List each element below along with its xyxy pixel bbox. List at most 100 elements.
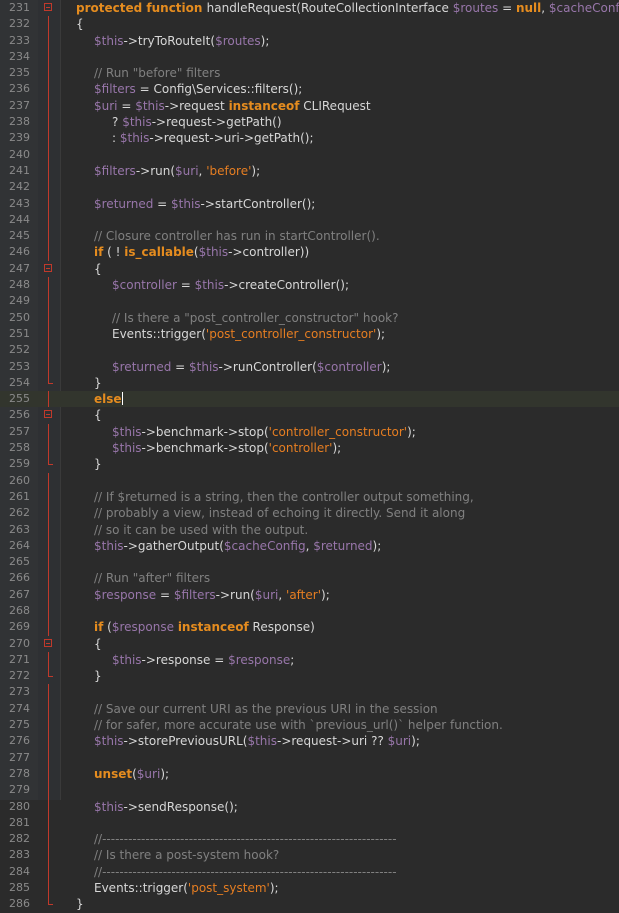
code-line[interactable]: 273 bbox=[0, 684, 619, 701]
fold-guide-line bbox=[43, 342, 55, 359]
code-line[interactable]: 275 // for safer, more accurate use with … bbox=[0, 717, 619, 734]
code-token: } bbox=[94, 669, 102, 684]
code-token: , bbox=[278, 587, 287, 602]
fold-guide-line bbox=[43, 472, 55, 489]
fold-guide-line bbox=[43, 179, 55, 196]
code-line[interactable]: 280 $this->sendResponse(); bbox=[0, 798, 619, 815]
comment-token: // Run "before" filters bbox=[94, 66, 221, 81]
fold-collapse-icon[interactable] bbox=[43, 261, 55, 277]
code-line[interactable]: 269 if ($response instanceof Response) bbox=[0, 619, 619, 636]
code-line[interactable]: 261 // If $returned is a string, then the… bbox=[0, 488, 619, 506]
variable-token: $this bbox=[112, 441, 142, 456]
code-line[interactable]: 279 bbox=[0, 782, 619, 799]
code-line[interactable]: 270 { bbox=[0, 636, 619, 652]
code-line[interactable]: 252 bbox=[0, 342, 619, 359]
code-text: } bbox=[94, 375, 102, 391]
code-line[interactable]: 245 // Closure controller has run in star… bbox=[0, 228, 619, 245]
variable-token: $this bbox=[122, 115, 152, 130]
code-line[interactable]: 268 bbox=[0, 602, 619, 620]
code-line[interactable]: 260 bbox=[0, 472, 619, 489]
string-token: 'post_system' bbox=[187, 881, 270, 896]
code-area[interactable]: 231 protected function handleRequest(Rout… bbox=[0, 0, 619, 913]
line-number: 243 bbox=[9, 196, 30, 210]
code-line[interactable]: 243 $returned = $this->startController(); bbox=[0, 195, 619, 212]
code-line[interactable]: 272} bbox=[0, 668, 619, 684]
code-line[interactable]: 281 bbox=[0, 814, 619, 832]
fold-guide-line bbox=[43, 309, 55, 326]
code-line[interactable]: 251 Events::trigger('post_controller_cons… bbox=[0, 325, 619, 343]
fold-guide-line bbox=[43, 814, 55, 832]
code-line[interactable]: 250 // Is there a "post_controller_constr… bbox=[0, 309, 619, 326]
code-line[interactable]: 242 bbox=[0, 179, 619, 196]
code-editor[interactable]: 231 protected function handleRequest(Rout… bbox=[0, 0, 619, 911]
code-line[interactable]: 238? $this->request->getPath() bbox=[0, 114, 619, 131]
fold-collapse-icon[interactable] bbox=[43, 0, 55, 16]
code-line[interactable]: 284 //-----------------------------------… bbox=[0, 863, 619, 881]
code-line[interactable]: 278 unset($uri); bbox=[0, 765, 619, 783]
code-line[interactable]: 267 $response = $filters->run($uri, 'afte… bbox=[0, 586, 619, 603]
code-text: $controller = $this->createController(); bbox=[112, 277, 349, 293]
code-line[interactable]: 276 $this->storePreviousURL($this->reques… bbox=[0, 733, 619, 750]
line-number: 257 bbox=[9, 424, 30, 438]
code-line[interactable]: 277 bbox=[0, 749, 619, 766]
fold-guide-line bbox=[43, 358, 55, 375]
code-line[interactable]: 253 $returned = $this->runController($con… bbox=[0, 358, 619, 375]
code-token: ); bbox=[407, 424, 416, 439]
code-token: ); bbox=[260, 33, 270, 48]
code-line[interactable]: 286} bbox=[0, 896, 619, 912]
code-line[interactable]: 248 $controller = $this->createController… bbox=[0, 277, 619, 294]
fold-collapse-icon[interactable] bbox=[43, 636, 55, 652]
code-line[interactable]: 246 if ( ! is_callable($this->controller)… bbox=[0, 244, 619, 261]
variable-token: $returned bbox=[313, 538, 373, 553]
code-line[interactable]: 236 $filters = Config\Services::filters()… bbox=[0, 81, 619, 98]
code-line[interactable]: 255 else bbox=[0, 391, 619, 408]
code-token: ->request->getPath() bbox=[151, 115, 282, 130]
code-line[interactable]: 231 protected function handleRequest(Rout… bbox=[0, 0, 619, 16]
code-line[interactable]: 239: $this->request->uri->getPath(); bbox=[0, 130, 619, 147]
fold-guide-line bbox=[43, 521, 55, 538]
code-line[interactable]: 247 { bbox=[0, 261, 619, 277]
variable-token: $this bbox=[189, 359, 219, 374]
code-line[interactable]: 240 bbox=[0, 146, 619, 163]
code-line[interactable]: 254} bbox=[0, 374, 619, 391]
comment-token: // probably a view, instead of echoing i… bbox=[94, 506, 466, 521]
line-number: 251 bbox=[9, 326, 30, 340]
code-line[interactable]: 232 { bbox=[0, 16, 619, 33]
code-line[interactable]: 233 $this->tryToRouteIt($routes); bbox=[0, 32, 619, 49]
code-line[interactable]: 274 // Save our current URI as the previo… bbox=[0, 700, 619, 718]
variable-token: $this bbox=[198, 245, 229, 260]
code-token: ->run( bbox=[215, 587, 255, 602]
code-line[interactable]: 258 $this->benchmark->stop('controller'); bbox=[0, 440, 619, 457]
code-line[interactable]: 259} bbox=[0, 456, 619, 472]
code-line[interactable]: 271 $this->response = $response; bbox=[0, 651, 619, 669]
code-line[interactable]: 263 // so it can be used with the output. bbox=[0, 521, 619, 538]
code-line[interactable]: 264 $this->gatherOutput($cacheConfig, $re… bbox=[0, 537, 619, 555]
code-line[interactable]: 234 bbox=[0, 48, 619, 66]
fold-guide-line bbox=[43, 717, 55, 734]
line-number: 249 bbox=[9, 294, 30, 308]
fold-collapse-icon[interactable] bbox=[43, 407, 55, 423]
code-line[interactable]: 262 // probably a view, instead of echoin… bbox=[0, 505, 619, 522]
keyword-token: is_callable bbox=[124, 245, 194, 260]
code-line[interactable]: 265 bbox=[0, 554, 619, 571]
string-token: 'controller_constructor' bbox=[268, 424, 408, 439]
code-line[interactable]: 283 // Is there a post-system hook? bbox=[0, 847, 619, 864]
code-line[interactable]: 235 // Run "before" filters bbox=[0, 65, 619, 82]
variable-token: $this bbox=[94, 538, 124, 553]
comment-token: // Run "after" filters bbox=[94, 571, 211, 586]
code-line[interactable]: 257 $this->benchmark->stop('controller_co… bbox=[0, 423, 619, 441]
code-line[interactable]: 249 bbox=[0, 293, 619, 310]
code-line[interactable]: 237 $uri = $this->request instanceof CLIR… bbox=[0, 97, 619, 115]
code-line[interactable]: 266 // Run "after" filters bbox=[0, 570, 619, 587]
string-token: 'post_controller_constructor' bbox=[205, 326, 377, 341]
code-line[interactable]: 256 { bbox=[0, 407, 619, 423]
comment-token: // for safer, more accurate use with `pr… bbox=[94, 718, 503, 733]
line-number: 277 bbox=[9, 750, 30, 764]
variable-token: $uri bbox=[175, 163, 199, 178]
code-line[interactable]: 285 Events::trigger('post_system'); bbox=[0, 880, 619, 897]
code-line[interactable]: 244 bbox=[0, 211, 619, 229]
code-text: $response = $filters->run($uri, 'after')… bbox=[94, 587, 330, 603]
code-line[interactable]: 241 $filters->run($uri, 'before'); bbox=[0, 162, 619, 180]
code-token: ->run( bbox=[135, 163, 176, 178]
code-line[interactable]: 282 //-----------------------------------… bbox=[0, 831, 619, 848]
